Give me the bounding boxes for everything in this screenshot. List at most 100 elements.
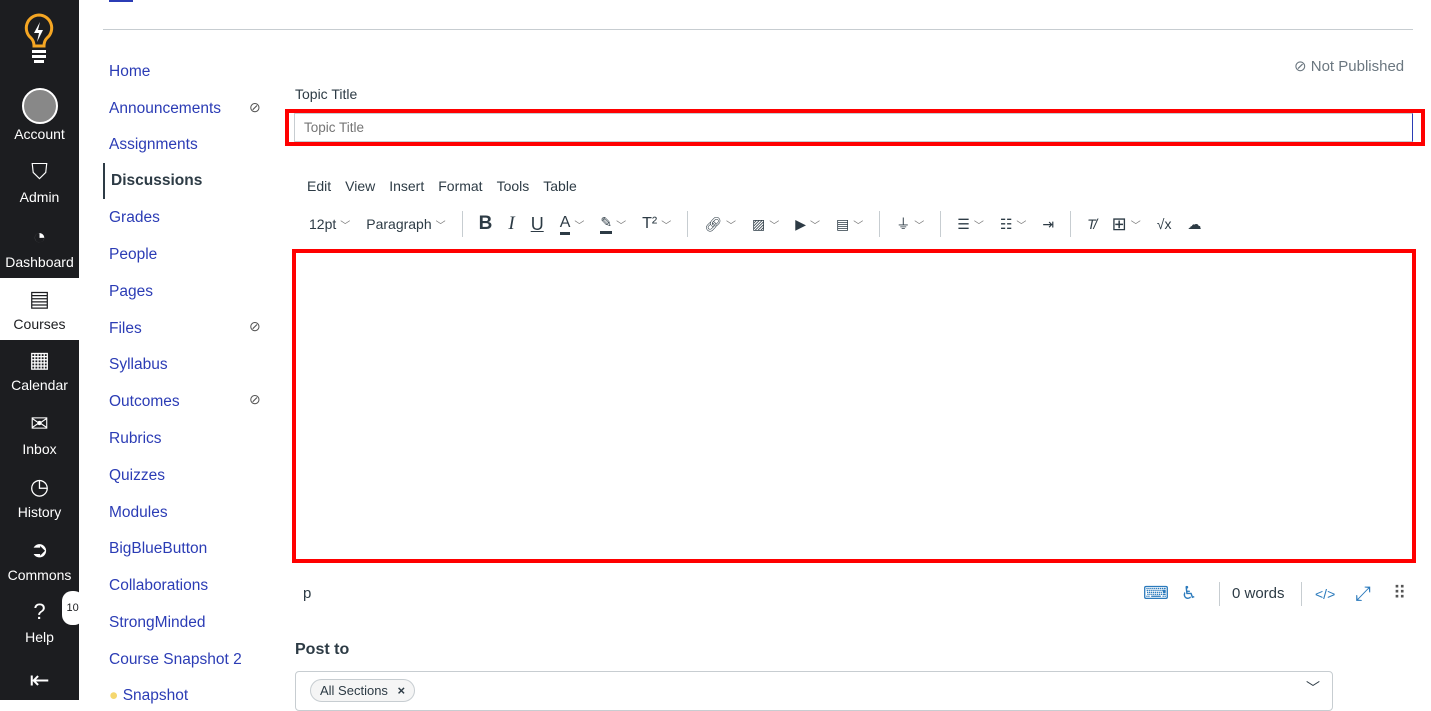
superscript-icon: T²: [642, 215, 658, 232]
course-nav-announcements[interactable]: Announcements: [109, 100, 221, 118]
media-icon: ▶: [795, 215, 807, 232]
section-chip[interactable]: All Sections ×: [310, 679, 416, 702]
superscript-button[interactable]: T² ﹀: [642, 215, 671, 233]
menu-format[interactable]: Format: [438, 178, 482, 194]
commons-icon: ➲: [30, 537, 49, 562]
clear-formatting-button[interactable]: T̸: [1087, 216, 1096, 232]
topic-title-input[interactable]: [294, 113, 1413, 142]
remove-icon[interactable]: ×: [398, 683, 406, 698]
editor-content-area[interactable]: [292, 249, 1416, 563]
font-size-select[interactable]: 12pt ﹀: [309, 216, 350, 232]
menu-edit[interactable]: Edit: [307, 178, 331, 194]
global-nav-help[interactable]: ? 10 Help: [0, 591, 84, 645]
global-nav-calendar[interactable]: ▦ Calendar: [0, 345, 79, 393]
highlight-color-button[interactable]: ✎ ﹀: [600, 214, 626, 234]
divider: [1301, 582, 1302, 606]
course-nav-strongminded[interactable]: StrongMinded: [109, 614, 206, 632]
bold-button[interactable]: B: [479, 213, 493, 235]
document-button[interactable]: ▤ ﹀: [836, 216, 863, 233]
global-nav-account[interactable]: Account: [0, 88, 79, 142]
global-nav-inbox[interactable]: ✉ Inbox: [0, 409, 79, 457]
underline-button[interactable]: U: [531, 214, 544, 235]
post-to-label: Post to: [295, 641, 350, 658]
link-button[interactable]: 🔗︎ ﹀: [704, 216, 736, 233]
block-format-select[interactable]: Paragraph ﹀: [366, 216, 445, 232]
course-nav-outcomes[interactable]: Outcomes: [109, 393, 180, 411]
table-button[interactable]: ⊞ ﹀: [1112, 214, 1141, 235]
image-button[interactable]: ▨ ﹀: [752, 216, 779, 233]
course-nav-pages[interactable]: Pages: [109, 283, 153, 301]
menu-view[interactable]: View: [345, 178, 375, 194]
global-nav-admin[interactable]: ⛉ Admin: [0, 157, 79, 205]
post-to-select[interactable]: All Sections × ﹀: [295, 671, 1333, 711]
chevron-down-icon: ﹀: [1016, 220, 1027, 232]
course-nav-assignments[interactable]: Assignments: [109, 136, 198, 154]
italic-button[interactable]: I: [508, 213, 514, 235]
shield-icon: ⛉: [31, 159, 48, 184]
divider: [1070, 211, 1072, 237]
equation-button[interactable]: √x: [1157, 216, 1172, 232]
hidden-eye-icon: ⊘: [249, 391, 261, 407]
course-nav-snapshot[interactable]: ● Snapshot: [109, 687, 188, 705]
book-icon: ▤: [29, 286, 50, 311]
text-color-button[interactable]: A ﹀: [559, 214, 585, 235]
resize-handle-icon[interactable]: ⠿: [1393, 583, 1406, 604]
course-nav-rubrics[interactable]: Rubrics: [109, 430, 162, 448]
menu-insert[interactable]: Insert: [389, 178, 424, 194]
course-nav-syllabus[interactable]: Syllabus: [109, 356, 168, 374]
avatar-icon: [21, 88, 58, 124]
chevron-down-icon: ﹀: [1130, 220, 1141, 232]
menu-tools[interactable]: Tools: [497, 178, 530, 194]
underline-icon: U: [530, 213, 544, 234]
cloud-icon: ☁: [1187, 215, 1202, 232]
calendar-icon: ▦: [29, 347, 50, 372]
media-button[interactable]: ▶ ﹀: [795, 216, 820, 233]
chevron-down-icon: ﹀: [616, 220, 627, 232]
course-nav-people[interactable]: People: [109, 246, 157, 264]
clock-icon: ◷: [29, 474, 50, 499]
course-nav-grades[interactable]: Grades: [109, 209, 160, 227]
chevron-down-icon: ﹀: [574, 220, 585, 232]
course-nav-files[interactable]: Files: [109, 320, 142, 338]
bullet-list-icon: ☷: [999, 215, 1013, 232]
word-count[interactable]: 0 words: [1232, 585, 1285, 602]
logo[interactable]: [22, 12, 56, 64]
upload-button[interactable]: ☁: [1187, 216, 1201, 233]
italic-icon: I: [508, 213, 515, 234]
image-icon: ▨: [752, 215, 766, 232]
help-icon: ? 10: [25, 591, 84, 627]
accessibility-checker-icon[interactable]: ♿︎: [1181, 583, 1197, 604]
global-navigation: Account ⛉ Admin ◔ Dashboard ▤ Courses ▦ Cale…: [0, 0, 84, 700]
chevron-down-icon: ﹀: [726, 220, 736, 232]
html-editor-icon[interactable]: </>: [1315, 586, 1335, 602]
lightbulb-icon: ●: [109, 687, 119, 704]
global-nav-courses[interactable]: ▤ Courses: [0, 278, 79, 340]
course-nav-collaborations[interactable]: Collaborations: [109, 577, 208, 595]
list-button[interactable]: ☷ ﹀: [1000, 216, 1027, 233]
menu-table[interactable]: Table: [543, 178, 576, 194]
divider: [1219, 582, 1220, 606]
hidden-eye-icon: ⊘: [249, 99, 261, 115]
keyboard-shortcuts-icon[interactable]: ⌨: [1143, 583, 1169, 604]
course-nav-modules[interactable]: Modules: [109, 504, 168, 522]
global-nav-commons[interactable]: ➲ Commons: [0, 535, 79, 583]
fullscreen-icon[interactable]: ⤢: [1355, 583, 1371, 606]
course-nav-quizzes[interactable]: Quizzes: [109, 467, 165, 485]
element-path[interactable]: p: [303, 585, 311, 602]
collapse-nav-button[interactable]: ⇤: [0, 666, 79, 695]
indent-icon: ⇥: [1042, 215, 1055, 232]
chevron-down-icon: ﹀: [853, 220, 864, 232]
align-button[interactable]: ☰ ﹀: [957, 216, 984, 233]
menu-toggle[interactable]: [109, 0, 133, 2]
course-nav-bigbluebutton[interactable]: BigBlueButton: [109, 540, 207, 558]
course-nav-discussions[interactable]: Discussions: [103, 163, 202, 199]
global-nav-history[interactable]: ◷ History: [0, 472, 79, 520]
global-nav-dashboard[interactable]: ◔ Dashboard: [0, 222, 79, 270]
divider: [687, 211, 689, 237]
course-nav-course-snapshot-2[interactable]: Course Snapshot 2: [109, 651, 242, 669]
speedometer-icon: ◔: [32, 224, 47, 249]
divider: [461, 211, 463, 237]
indent-button[interactable]: ⇥: [1042, 216, 1054, 233]
apps-button[interactable]: ⏚ ﹀: [896, 214, 924, 234]
course-nav-home[interactable]: Home: [109, 63, 150, 81]
